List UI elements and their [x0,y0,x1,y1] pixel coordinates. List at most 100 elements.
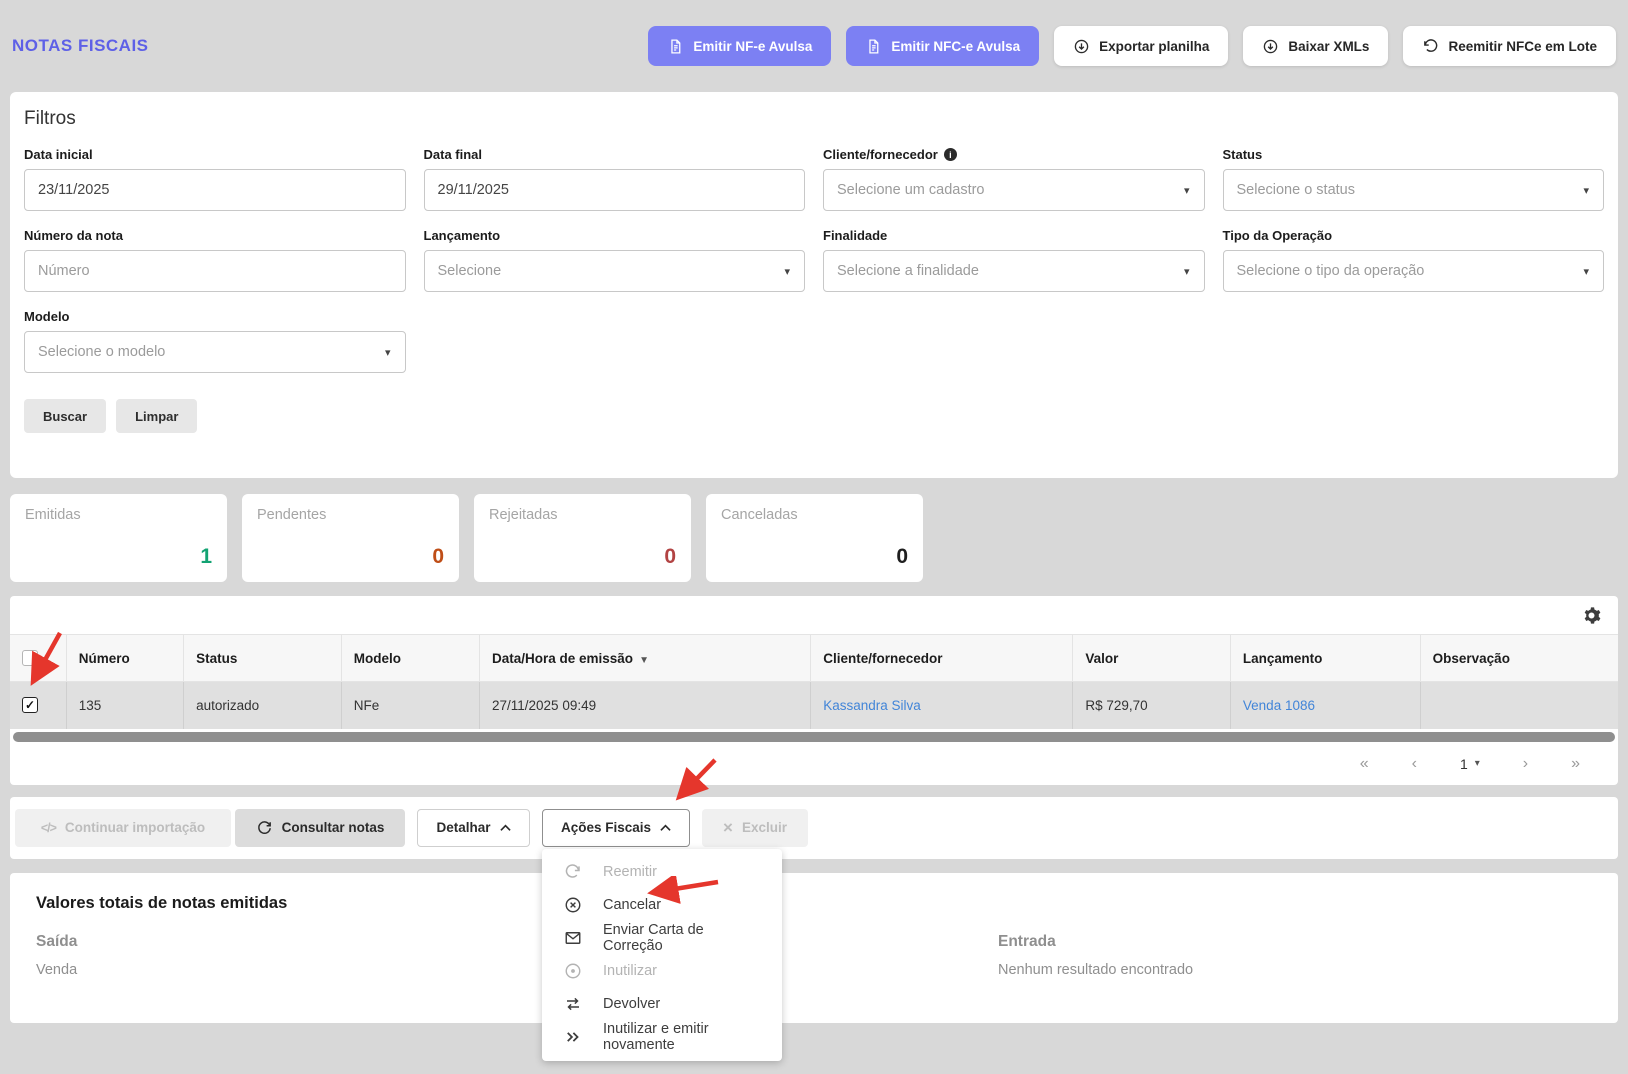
numero-input[interactable] [24,250,406,292]
modelo-select[interactable]: Selecione o modelo [24,331,406,373]
export-sheet-button[interactable]: Exportar planilha [1054,26,1228,66]
menu-item-reemitir[interactable]: Reemitir [542,856,782,889]
cell-modelo: NFe [341,682,479,729]
entrada-label: Entrada [998,933,1193,951]
excluir-button[interactable]: Excluir [702,809,808,847]
emitidas-label: Emitidas [25,507,212,523]
next-page-button[interactable] [1523,755,1528,773]
page-select[interactable]: 1 [1460,756,1480,772]
lancamento-select[interactable]: Selecione [424,250,806,292]
col-valor[interactable]: Valor [1073,635,1231,682]
card-canceladas: Canceladas 0 [706,494,923,582]
reemitir-label: Reemitir [603,864,657,880]
cell-status: autorizado [184,682,342,729]
menu-item-enviar-carta[interactable]: Enviar Carta de Correção [542,922,782,955]
row-checkbox[interactable] [22,697,38,713]
filters-panel: Filtros Data inicial Data final Cliente/… [10,92,1618,478]
menu-item-inutilizar[interactable]: Inutilizar [542,955,782,988]
acoes-fiscais-menu: Reemitir Cancelar Enviar Carta de Correç… [542,849,782,1061]
pendentes-value: 0 [432,545,444,569]
data-inicial-input[interactable] [24,169,406,211]
col-lancamento[interactable]: Lançamento [1230,635,1420,682]
totals-panel: Valores totais de notas emitidas Saída V… [10,873,1618,1023]
prev-page-button[interactable] [1412,755,1417,773]
cliente-placeholder: Selecione um cadastro [837,182,985,198]
undo-icon [1422,38,1439,55]
menu-item-cancelar[interactable]: Cancelar [542,889,782,922]
circle-x-icon [564,896,582,914]
modelo-label: Modelo [24,309,406,324]
x-icon [723,819,733,836]
data-final-label: Data final [424,147,806,162]
finalidade-placeholder: Selecione a finalidade [837,263,979,279]
col-cliente[interactable]: Cliente/fornecedor [811,635,1073,682]
notes-table: Número Status Modelo Data/Hora de emissã… [10,634,1618,729]
status-select[interactable]: Selecione o status [1223,169,1605,211]
col-numero[interactable]: Número [66,635,183,682]
chevron-up-icon [660,824,671,832]
emit-nfe-button[interactable]: Emitir NF-e Avulsa [648,26,831,66]
table-row[interactable]: 135 autorizado NFe 27/11/2025 09:49 Kass… [10,682,1618,729]
col-data-emissao[interactable]: Data/Hora de emissão [480,635,811,682]
filter-data-inicial: Data inicial [24,130,406,211]
inutilizar-label: Inutilizar [603,963,657,979]
consultar-notas-button[interactable]: Consultar notas [235,809,405,847]
col-modelo[interactable]: Modelo [341,635,479,682]
emit-nfce-label: Emitir NFC-e Avulsa [891,39,1020,54]
totals-saida: Saída Venda [36,933,998,978]
cliente-select[interactable]: Selecione um cadastro [823,169,1205,211]
tipo-operacao-select[interactable]: Selecione o tipo da operação [1223,250,1605,292]
info-icon[interactable] [944,148,957,161]
col-observacao[interactable]: Observação [1420,635,1618,682]
first-page-button[interactable] [1360,755,1369,773]
consultar-label: Consultar notas [282,820,385,835]
reemit-batch-button[interactable]: Reemitir NFCe em Lote [1403,26,1616,66]
finalidade-select[interactable]: Selecione a finalidade [823,250,1205,292]
cliente-label-text: Cliente/fornecedor [823,147,938,162]
chevron-down-icon [1583,265,1589,278]
reemit-batch-label: Reemitir NFCe em Lote [1448,39,1597,54]
current-page: 1 [1460,756,1468,772]
cell-valor: R$ 729,70 [1073,682,1231,729]
card-emitidas: Emitidas 1 [10,494,227,582]
last-page-button[interactable] [1571,755,1580,773]
cancelar-label: Cancelar [603,897,661,913]
download-circle-icon [1073,38,1090,55]
detalhar-button[interactable]: Detalhar [417,809,530,847]
data-final-input[interactable] [424,169,806,211]
action-bar: Continuar importação Consultar notas Det… [10,797,1618,859]
continuar-importacao-button[interactable]: Continuar importação [15,809,231,847]
menu-item-inutilizar-emitir[interactable]: Inutilizar e emitir novamente [542,1021,782,1054]
double-chevron-right-icon [564,1028,582,1046]
canceladas-label: Canceladas [721,507,908,523]
pagination: 1 [10,743,1618,785]
status-placeholder: Selecione o status [1237,182,1356,198]
limpar-button[interactable]: Limpar [116,399,197,433]
tipo-operacao-label: Tipo da Operação [1223,228,1605,243]
select-all-checkbox[interactable] [22,650,38,666]
cliente-link[interactable]: Kassandra Silva [823,698,921,713]
filter-tipo-operacao: Tipo da Operação Selecione o tipo da ope… [1223,211,1605,292]
download-xmls-button[interactable]: Baixar XMLs [1243,26,1388,66]
filter-numero: Número da nota [24,211,406,292]
enviar-carta-label: Enviar Carta de Correção [603,922,760,954]
cell-numero: 135 [66,682,183,729]
inutilizar-emitir-label: Inutilizar e emitir novamente [603,1021,760,1053]
refresh-icon [256,819,273,836]
filter-status: Status Selecione o status [1223,130,1605,211]
table-header-row: Número Status Modelo Data/Hora de emissã… [10,635,1618,682]
lancamento-link[interactable]: Venda 1086 [1243,698,1315,713]
card-rejeitadas: Rejeitadas 0 [474,494,691,582]
emit-nfce-button[interactable]: Emitir NFC-e Avulsa [846,26,1039,66]
chevron-down-icon [1583,184,1589,197]
menu-item-devolver[interactable]: Devolver [542,988,782,1021]
buscar-button[interactable]: Buscar [24,399,106,433]
gear-icon[interactable] [1582,606,1601,625]
chevron-down-icon [1475,758,1480,769]
notes-table-panel: Número Status Modelo Data/Hora de emissã… [10,596,1618,785]
acoes-fiscais-button[interactable]: Ações Fiscais [542,809,690,847]
horizontal-scrollbar[interactable] [13,732,1615,742]
saida-label: Saída [36,933,998,951]
lancamento-placeholder: Selecione [438,263,502,279]
col-status[interactable]: Status [184,635,342,682]
